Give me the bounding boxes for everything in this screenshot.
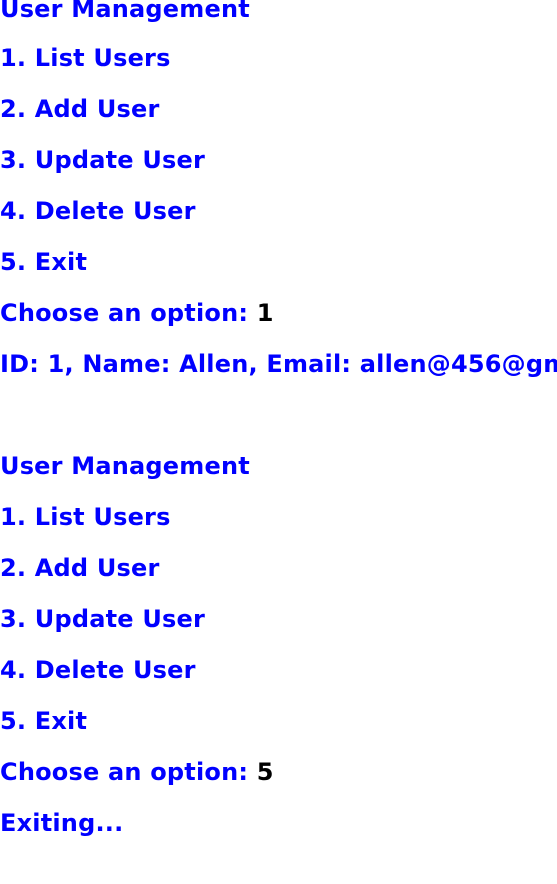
menu-item-delete-user: 4. Delete User <box>0 197 196 225</box>
menu-item-list-users: 1. List Users <box>0 44 171 72</box>
menu-item-add-user: 2. Add User <box>0 554 160 582</box>
option-prompt: Choose an option: <box>0 299 257 327</box>
menu-item-exit: 5. Exit <box>0 248 88 276</box>
menu-item-exit: 5. Exit <box>0 707 88 735</box>
option-prompt: Choose an option: <box>0 758 257 786</box>
menu-item-add-user: 2. Add User <box>0 95 160 123</box>
menu-item-list-users: 1. List Users <box>0 503 171 531</box>
menu-header: User Management <box>0 452 250 480</box>
exit-message: Exiting... <box>0 809 124 837</box>
option-prompt-line: Choose an option: 5 <box>0 757 274 787</box>
user-list-output: ID: 1, Name: Allen, Email: allen@456@gma… <box>0 350 557 378</box>
menu-item-update-user: 3. Update User <box>0 146 206 174</box>
console-output: User Management 1. List Users 2. Add Use… <box>0 0 557 884</box>
menu-item-delete-user: 4. Delete User <box>0 656 196 684</box>
user-input: 1 <box>256 299 274 327</box>
option-prompt-line: Choose an option: 1 <box>0 298 274 328</box>
menu-header: User Management <box>0 0 250 23</box>
user-input: 5 <box>256 758 274 786</box>
menu-item-update-user: 3. Update User <box>0 605 206 633</box>
